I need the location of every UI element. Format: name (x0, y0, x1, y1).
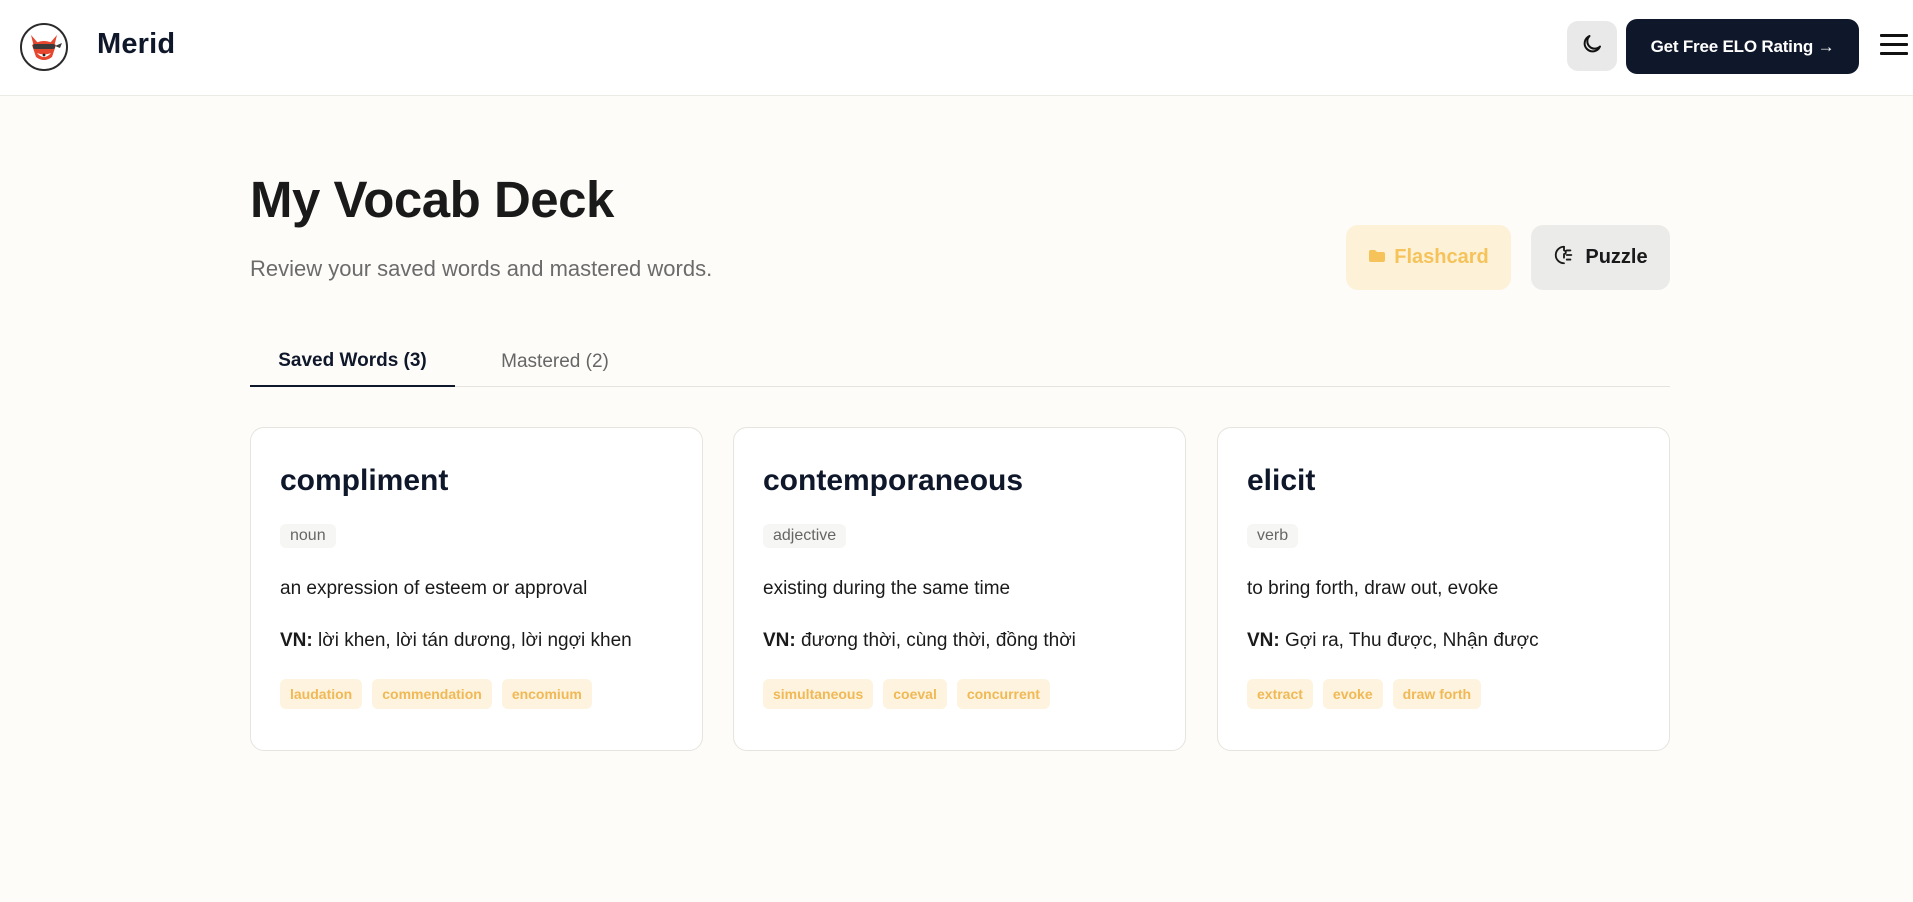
vocab-card[interactable]: contemporaneous adjective existing durin… (733, 427, 1186, 751)
vocab-card[interactable]: compliment noun an expression of esteem … (250, 427, 703, 751)
vn-label: VN: (763, 630, 796, 651)
puzzle-label: Puzzle (1585, 246, 1648, 268)
puzzle-button[interactable]: Puzzle (1531, 225, 1670, 290)
page-subtitle: Review your saved words and mastered wor… (250, 256, 713, 281)
tab-saved-words[interactable]: Saved Words (3) (250, 336, 455, 387)
vocab-word: compliment (280, 464, 449, 497)
vn-label: VN: (1247, 630, 1280, 651)
synonym-tag[interactable]: encomium (501, 679, 592, 709)
word-definition: to bring forth, draw out, evoke (1247, 578, 1499, 599)
synonym-tag[interactable]: concurrent (956, 679, 1050, 709)
synonym-tag[interactable]: extract (1247, 679, 1313, 709)
synonym-tag[interactable]: draw forth (1392, 679, 1482, 709)
part-of-speech-badge: noun (280, 524, 336, 548)
part-of-speech-badge: adjective (763, 524, 847, 548)
synonym-tag[interactable]: coeval (883, 679, 947, 709)
synonym-tags: simultaneous coeval concurrent (763, 679, 1050, 709)
part-of-speech-badge: verb (1247, 524, 1299, 548)
vietnamese-translation: VN: đương thời, cùng thời, đồng thời (763, 630, 1076, 652)
brand-name[interactable]: Merid (97, 28, 175, 61)
vietnamese-translation: VN: lời khen, lời tán dương, lời ngợi kh… (280, 630, 632, 652)
theme-toggle-button[interactable] (1567, 21, 1617, 71)
synonym-tags: laudation commendation encomium (280, 679, 592, 709)
flashcard-icon (1368, 246, 1386, 269)
vn-label: VN: (280, 630, 313, 651)
moon-icon (1580, 32, 1604, 61)
fox-ninja-logo-icon[interactable] (20, 23, 68, 71)
synonym-tag[interactable]: laudation (280, 679, 363, 709)
tab-mastered[interactable]: Mastered (2) (495, 336, 615, 387)
word-definition: an expression of esteem or approval (280, 578, 588, 599)
hamburger-menu-icon[interactable] (1880, 32, 1908, 58)
synonym-tag[interactable]: simultaneous (763, 679, 874, 709)
get-elo-rating-button[interactable]: Get Free ELO Rating → (1626, 19, 1859, 74)
flashcard-label: Flashcard (1394, 246, 1489, 268)
vocab-card[interactable]: elicit verb to bring forth, draw out, ev… (1217, 427, 1670, 751)
synonym-tag[interactable]: commendation (372, 679, 492, 709)
synonym-tags: extract evoke draw forth (1247, 679, 1482, 709)
synonym-tag[interactable]: evoke (1322, 679, 1383, 709)
top-navigation-bar: Merid Get Free ELO Rating → (0, 0, 1913, 96)
vocab-word: elicit (1247, 464, 1316, 497)
word-definition: existing during the same time (763, 578, 1011, 599)
vocab-word: contemporaneous (763, 464, 1024, 497)
vn-text: Gợi ra, Thu được, Nhận được (1285, 630, 1539, 651)
puzzle-icon (1553, 244, 1575, 272)
vocab-tabs: Saved Words (3) Mastered (2) (250, 336, 1670, 387)
page-title: My Vocab Deck (250, 171, 614, 228)
vietnamese-translation: VN: Gợi ra, Thu được, Nhận được (1247, 630, 1539, 652)
vn-text: lời khen, lời tán dương, lời ngợi khen (318, 630, 632, 651)
vn-text: đương thời, cùng thời, đồng thời (801, 630, 1076, 651)
flashcard-button[interactable]: Flashcard (1346, 225, 1511, 290)
